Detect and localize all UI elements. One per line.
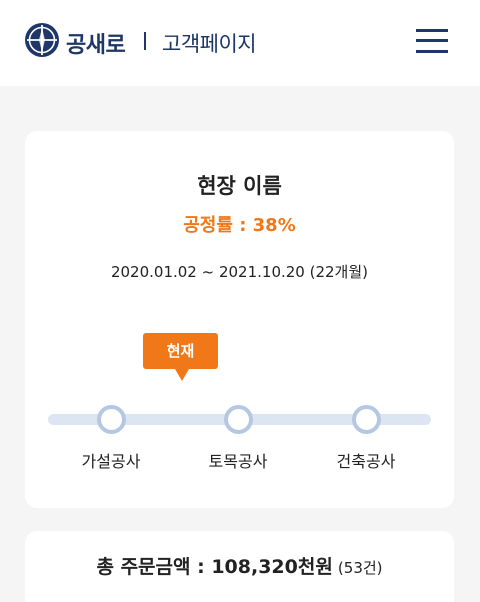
header-divider xyxy=(144,32,146,50)
stage-node-1[interactable] xyxy=(97,405,126,434)
page-subtitle: 고객페이지 xyxy=(162,32,257,56)
stage-label-3: 건축공사 xyxy=(336,452,396,471)
order-count: (53건) xyxy=(337,559,383,577)
stage-label-1: 가설공사 xyxy=(81,452,141,471)
hamburger-menu-icon[interactable] xyxy=(416,28,448,54)
order-total: 총 주문금액 : 108,320천원 (53건) xyxy=(25,552,454,579)
tooltip-arrow xyxy=(175,369,189,381)
brand-name[interactable]: 공새로 xyxy=(66,27,126,59)
order-total-label: 총 주문금액 : 108,320천원 xyxy=(96,556,333,578)
site-name: 현장 이름 xyxy=(197,174,282,198)
header: 공새로 고객페이지 xyxy=(0,0,480,86)
compass-logo-icon[interactable] xyxy=(24,22,60,58)
site-progress-card: 현장 이름 공정률 : 38% 2020.01.02 ~ 2021.10.20 … xyxy=(25,131,454,508)
order-summary-card: 총 주문금액 : 108,320천원 (53건) xyxy=(25,531,454,602)
current-marker-tooltip: 현재 xyxy=(143,333,218,369)
construction-period: 2020.01.02 ~ 2021.10.20 (22개월) xyxy=(110,263,369,281)
progress-rate: 공정률 : 38% xyxy=(183,215,296,236)
stage-node-3[interactable] xyxy=(352,405,381,434)
stage-node-2[interactable] xyxy=(224,405,253,434)
stage-label-2: 토목공사 xyxy=(208,452,268,471)
